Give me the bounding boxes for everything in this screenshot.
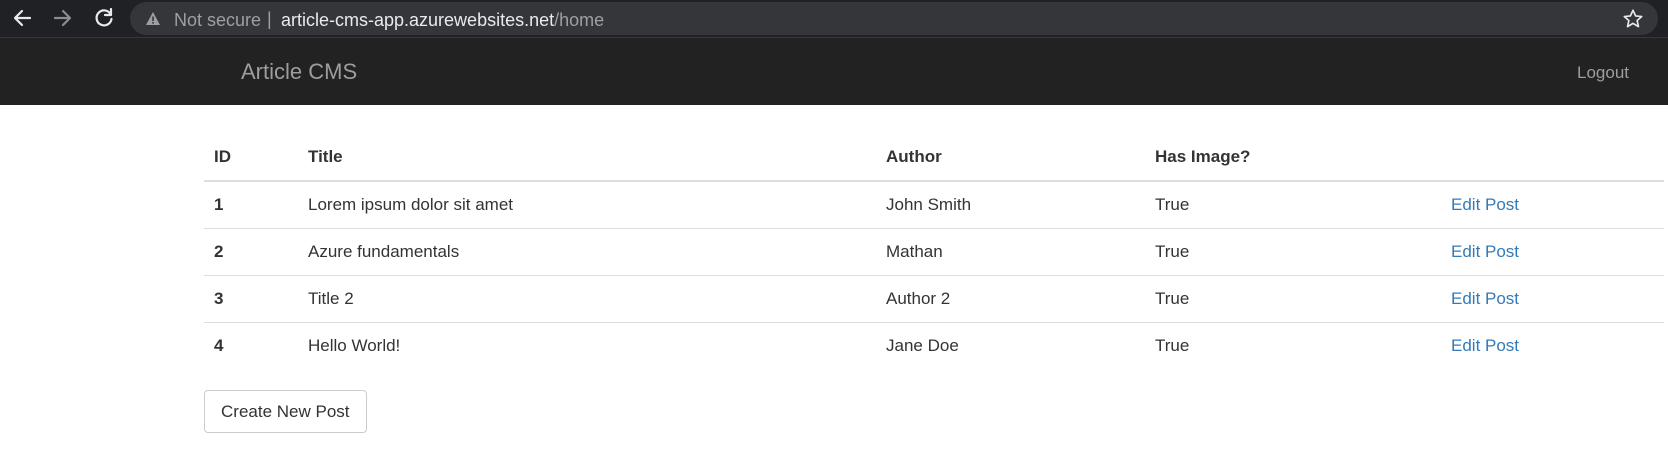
- warning-icon[interactable]: [145, 11, 161, 27]
- cell-author: Author 2: [876, 275, 1145, 323]
- cell-title: Hello World!: [298, 322, 876, 369]
- table-header: ID Title Author Has Image?: [204, 134, 1664, 182]
- cell-id: 3: [204, 275, 298, 323]
- url-text[interactable]: article-cms-app.azurewebsites.net/home: [281, 10, 604, 31]
- app-navbar: Article CMS Logout: [0, 37, 1668, 105]
- separator: |: [267, 9, 272, 29]
- cell-actions: Edit Post: [1441, 322, 1664, 369]
- cell-actions: Edit Post: [1441, 228, 1664, 276]
- cell-has-image: True: [1145, 322, 1441, 369]
- browser-toolbar: Not secure | article-cms-app.azurewebsit…: [0, 0, 1668, 37]
- cell-title: Azure fundamentals: [298, 228, 876, 276]
- edit-post-link[interactable]: Edit Post: [1451, 195, 1519, 214]
- table-row: 4 Hello World! Jane Doe True Edit Post: [204, 322, 1664, 369]
- table-body: 1 Lorem ipsum dolor sit amet John Smith …: [204, 181, 1664, 369]
- create-new-post-button[interactable]: Create New Post: [204, 390, 367, 433]
- star-icon[interactable]: [1622, 8, 1644, 30]
- logout-link[interactable]: Logout: [1577, 63, 1629, 83]
- cell-has-image: True: [1155, 195, 1190, 214]
- cell-author: Mathan: [876, 228, 1145, 276]
- column-header-has-image: Has Image?: [1145, 134, 1441, 182]
- column-header-author: Author: [876, 134, 1145, 182]
- url-host: article-cms-app.azurewebsites.net: [281, 10, 555, 30]
- security-status-label[interactable]: Not secure: [174, 10, 261, 31]
- brand-link[interactable]: Article CMS: [241, 59, 357, 85]
- column-header-title: Title: [298, 134, 876, 182]
- edit-post-link[interactable]: Edit Post: [1451, 289, 1519, 308]
- articles-table: ID Title Author Has Image? 1 Lorem ipsum…: [204, 134, 1664, 369]
- cell-author: John Smith: [886, 195, 972, 214]
- cell-title: Lorem ipsum dolor sit amet: [308, 195, 514, 214]
- table-row: 2 Azure fundamentals Mathan True Edit Po…: [204, 228, 1664, 276]
- cell-has-image: True: [1145, 275, 1441, 323]
- address-bar[interactable]: Not secure | article-cms-app.azurewebsit…: [130, 2, 1658, 35]
- url-path: /home: [554, 10, 605, 30]
- table-header-row: ID Title Author Has Image?: [204, 134, 1664, 182]
- cell-id: 4: [204, 322, 298, 369]
- cell-id: 1: [214, 195, 224, 214]
- forward-arrow-icon[interactable]: [50, 5, 76, 31]
- cell-actions: Edit Post: [1441, 181, 1664, 229]
- cell-author: Jane Doe: [876, 322, 1145, 369]
- table-row: 3 Title 2 Author 2 True Edit Post: [204, 275, 1664, 323]
- column-header-actions: [1441, 134, 1664, 182]
- cell-id: 2: [204, 228, 298, 276]
- cell-actions: Edit Post: [1441, 275, 1664, 323]
- back-arrow-icon[interactable]: [9, 5, 35, 31]
- reload-icon[interactable]: [91, 5, 117, 31]
- column-header-id: ID: [204, 134, 298, 182]
- edit-post-link[interactable]: Edit Post: [1451, 336, 1519, 355]
- cell-has-image: True: [1145, 228, 1441, 276]
- edit-post-link[interactable]: Edit Post: [1451, 242, 1519, 261]
- table-row: 1 Lorem ipsum dolor sit amet John Smith …: [204, 181, 1664, 229]
- cell-title: Title 2: [298, 275, 876, 323]
